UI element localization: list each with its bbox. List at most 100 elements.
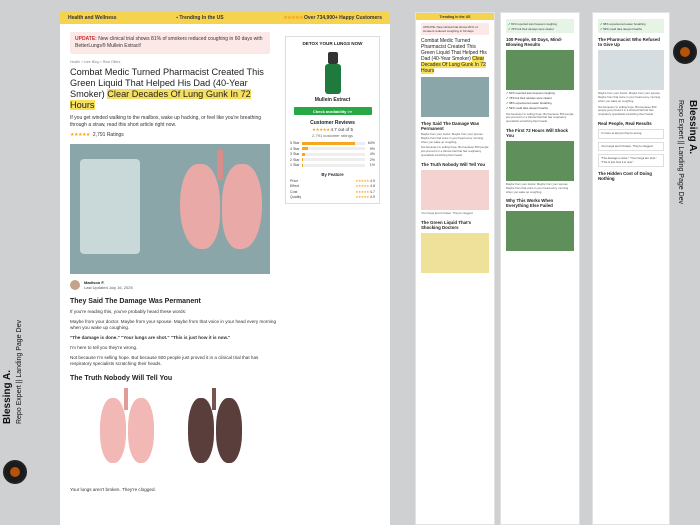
- rating-bar-track: [302, 141, 365, 145]
- branding-text-right: Blessing A. Repo Expert || Landing Page …: [674, 100, 698, 204]
- strip-paragraph: Not because I'm selling hope. But becaus…: [421, 145, 489, 157]
- rating-bar-label: 5 Star: [290, 141, 300, 145]
- strip-doctor-image: [421, 232, 489, 273]
- rating-bar-label: 2 Star: [290, 157, 300, 162]
- rating-bar-fill: [302, 152, 305, 156]
- strip-hero-image: [421, 77, 489, 117]
- review-card: I'm here to tell you they're wrong.: [598, 128, 664, 139]
- strip-heading: The First 72 Hours Will Shock You: [506, 127, 568, 138]
- rating-bar-row: 1 Star 1%: [290, 163, 375, 167]
- rating-bar-track: [302, 163, 365, 167]
- strip-paragraph: Not because I'm selling hope. But becaus…: [598, 104, 657, 117]
- strip-heading: The Truth Nobody Will Tell You: [421, 161, 486, 167]
- topbar-center: ▪ Trending In the US: [176, 15, 224, 21]
- rating-bars: 5 Star 84% 4 Star 9% 3 Star 4% 2 Star 2% 1 Star 1…: [290, 141, 375, 167]
- feature-label: Quality: [290, 195, 302, 199]
- branding-role: Repo Expert || Landing Page Dev: [677, 100, 684, 205]
- mobile-preview-2: 81% reported less frequent coughing 76% …: [500, 12, 580, 525]
- feature-score: 4.9: [370, 195, 375, 199]
- paragraph: Not because I'm selling hope. But becaus…: [70, 355, 259, 366]
- features-heading: By Feature: [321, 172, 344, 177]
- star-icon: ★★★★★: [355, 195, 369, 199]
- rating-count: 2,791 Ratings: [92, 132, 124, 138]
- strip-heading: The Green Liquid That's Shocking Doctors: [421, 219, 472, 230]
- rating-bar-track: [302, 158, 365, 161]
- strip-paragraph: Maybe from your doctor. Maybe from your …: [506, 181, 569, 194]
- check-availability-button[interactable]: Check availability >>: [293, 107, 372, 115]
- rating-bar-fill: [302, 147, 308, 150]
- strip-image: [506, 211, 574, 252]
- branding-name: Blessing A.: [687, 100, 698, 155]
- top-banner: Health and Wellness ▪ Trending In the US…: [60, 12, 390, 24]
- author-byline: Madison F. Last Updated July 16, 2025: [70, 280, 380, 290]
- review-card: Your lungs aren't broken. They're clogge…: [598, 141, 664, 152]
- strip-heading: They Said The Damage Was Permanent: [421, 121, 480, 131]
- rating-bar-fill: [302, 141, 355, 145]
- branding-right: Blessing A. Repo Expert || Landing Page …: [670, 40, 700, 240]
- section-heading: They Said The Damage Was Permanent: [70, 298, 201, 305]
- strip-image: [506, 50, 574, 91]
- rating-bar-row: 5 Star 84%: [290, 141, 375, 145]
- rating-bar-percent: 4%: [369, 152, 375, 156]
- topbar-left: Health and Wellness: [68, 15, 117, 21]
- rating-bar-label: 1 Star: [290, 163, 300, 167]
- strip-paragraph: Not because I'm selling hope. But becaus…: [506, 111, 574, 124]
- rating-bar-percent: 1%: [369, 163, 375, 167]
- strip-greenbox: 68% experienced easier breathing 59% cou…: [598, 19, 664, 34]
- strip-banner: Trending in the US: [416, 13, 494, 20]
- rating-bar-fill: [302, 158, 304, 161]
- feature-row: Cost ★★★★★ 4.7: [290, 190, 375, 194]
- feature-score: 4.8: [370, 184, 375, 188]
- product-name: Mullein Extract: [314, 97, 351, 103]
- feature-row: Effect ★★★★★ 4.8: [290, 184, 375, 188]
- branding-role: Repo Expert || Landing Page Dev: [16, 320, 23, 425]
- strip-pharmacist-image: [598, 50, 664, 91]
- rating-bar-fill: [302, 163, 303, 167]
- star-icon: ★★★★★: [312, 127, 331, 132]
- hero-image: [70, 144, 270, 274]
- paragraph-quote: "The damage is done." "Your lungs are sh…: [70, 335, 231, 340]
- desktop-page: Health and Wellness ▪ Trending In the US…: [60, 12, 390, 525]
- strip-lungs-image: [421, 169, 489, 210]
- rating-bar-percent: 9%: [369, 146, 375, 151]
- feature-label: Price: [290, 178, 299, 183]
- branding-avatar: [673, 40, 697, 64]
- section-heading: The Truth Nobody Will Tell You: [70, 375, 173, 382]
- strip-alert: UPDATE: New clinical trial shows 81% of …: [421, 23, 489, 35]
- feature-label: Cost: [290, 189, 298, 194]
- mobile-preview-1: Trending in the US UPDATE: New clinical …: [415, 12, 495, 525]
- product-sidebar: DETOX YOUR LUNGS NOW Mullein Extract Che…: [285, 36, 380, 204]
- rating-bar-track: [302, 147, 365, 150]
- strip-heading: The Hidden Cost of Doing Nothing: [598, 171, 652, 182]
- strip-heading: Real People, Real Results: [598, 120, 652, 126]
- strip-paragraph: Maybe from your doctor. Maybe from your …: [598, 91, 661, 103]
- alert-text: New clinical trial shows 81% of smokers …: [75, 36, 263, 49]
- feature-score: 4.9: [370, 178, 375, 183]
- ratings-count: 2,791 customer ratings: [312, 133, 353, 138]
- feature-ratings: Price ★★★★★ 4.9 Effect ★★★★★ 4.8 Cost ★★★★★ 4…: [290, 179, 375, 200]
- rating-bar-row: 3 Star 4%: [290, 152, 375, 156]
- branding-avatar: [3, 460, 27, 484]
- strip-heading: 100 People, 60 Days, Mind-Blowing Result…: [506, 37, 563, 48]
- star-icon: ★★★★★: [355, 184, 369, 188]
- product-bottle-image: [313, 50, 353, 95]
- strip-greenbox: 81% reported less frequent coughing 76% …: [506, 19, 574, 34]
- branding-left: Blessing A. Repo Expert || Landing Page …: [0, 300, 30, 525]
- reviews-heading: Customer Reviews: [310, 120, 355, 126]
- topbar-right: ★★★★★ Over 734,900+ Happy Customers: [283, 15, 382, 21]
- paragraph: I'm here to tell you they're wrong.: [70, 345, 138, 350]
- lungs-comparison-image: [70, 388, 270, 483]
- review-card: "The damage is done." "Your lungs are sh…: [598, 154, 664, 168]
- feature-row: Quality ★★★★★ 4.9: [290, 195, 375, 199]
- paragraph: Maybe from your doctor. Maybe from your …: [70, 319, 277, 330]
- star-icon: ★★★★★: [355, 178, 369, 183]
- rating-bar-track: [302, 152, 365, 156]
- author-date: Last Updated July 16, 2025: [84, 285, 133, 290]
- star-icon: ★★★★★: [283, 15, 305, 21]
- paragraph: Your lungs aren't broken. They're clogge…: [70, 487, 156, 492]
- rating-bar-row: 2 Star 2%: [290, 158, 375, 162]
- strip-check: 59% could take deeper breaths: [506, 106, 574, 111]
- feature-row: Price ★★★★★ 4.9: [290, 179, 375, 183]
- avatar: [70, 280, 80, 290]
- intro-text: If you get winded walking to the mailbox…: [70, 115, 262, 128]
